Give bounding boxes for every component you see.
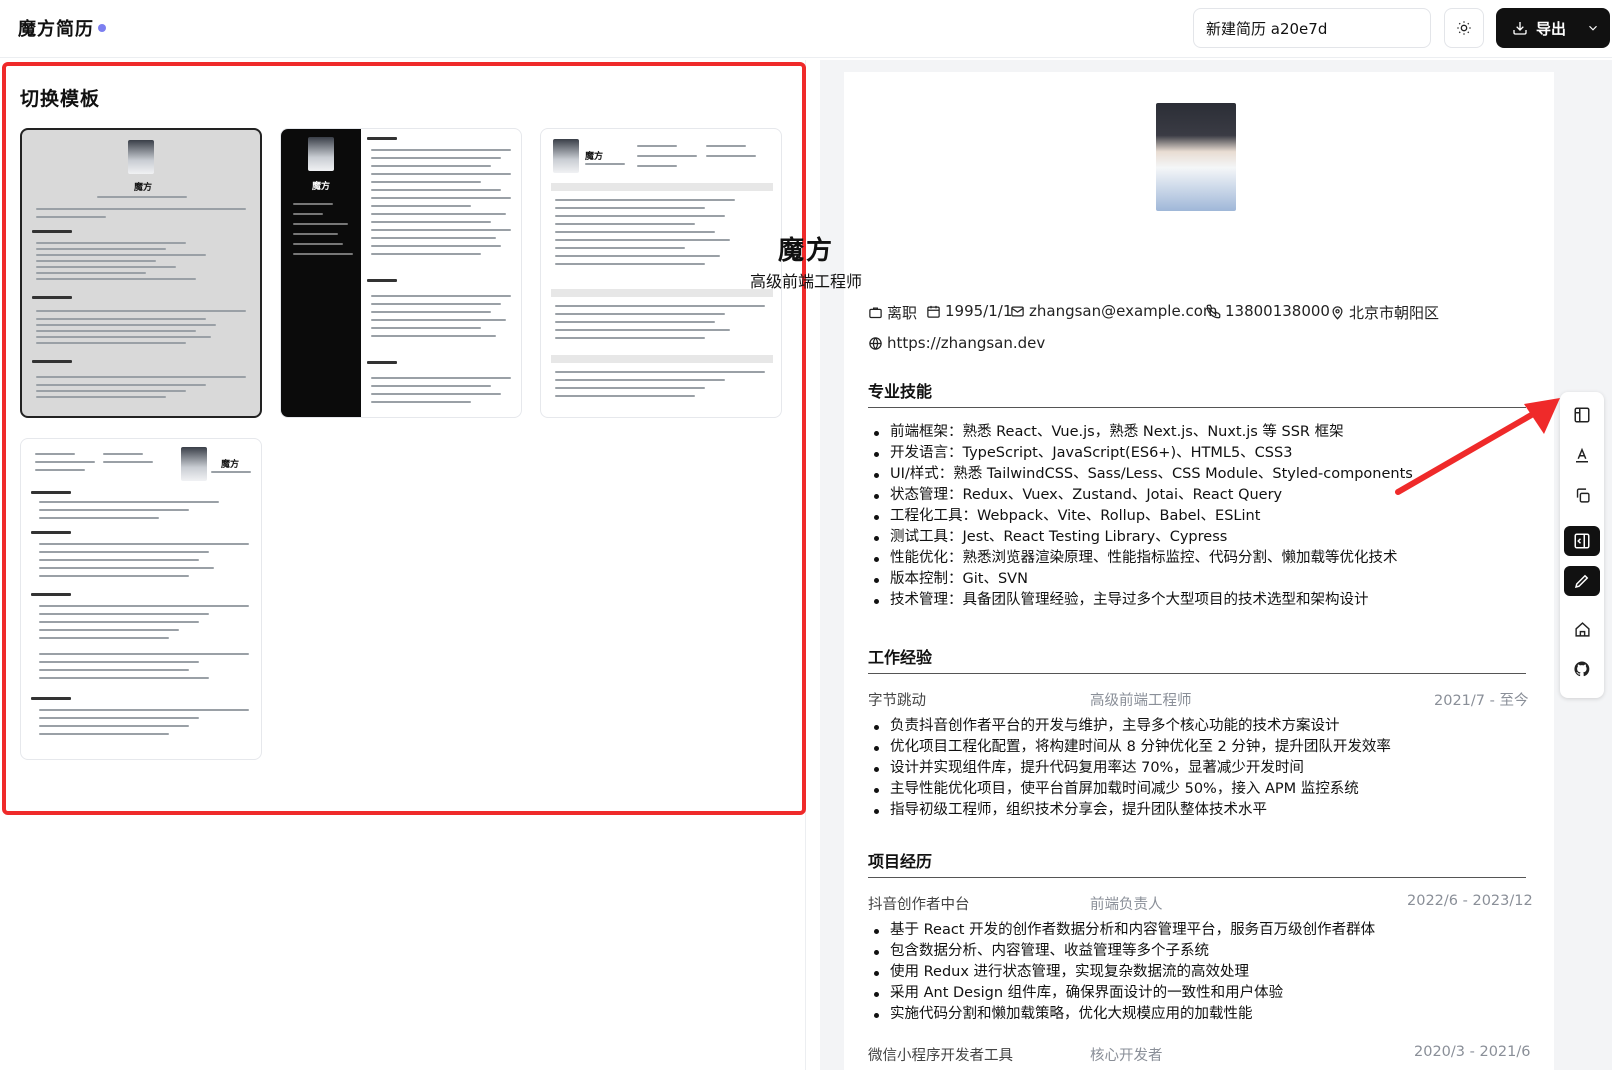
work-heading: 工作经验 [868,648,933,667]
info-site[interactable]: https://zhangsan.dev [868,334,1045,352]
skill-item: 状态管理：Redux、Vuex、Zustand、Jotai、React Quer… [868,485,1413,506]
skill-item: 性能优化：熟悉浏览器渲染原理、性能指标监控、代码分割、懒加载等优化技术 [868,548,1413,569]
layout-icon [1574,407,1590,423]
project-list: 基于 React 开发的创作者数据分析和内容管理平台，服务百万级创作者群体 包含数… [868,920,1375,1025]
skill-item: 工程化工具：Webpack、Vite、Rollup、Babel、ESLint [868,506,1413,527]
work-item: 负责抖音创作者平台的开发与维护，主导多个核心功能的技术方案设计 [868,716,1391,737]
work-list: 负责抖音创作者平台的开发与维护，主导多个核心功能的技术方案设计 优化项目工程化配置… [868,716,1391,821]
project-item: 基于 React 开发的创作者数据分析和内容管理平台，服务百万级创作者群体 [868,920,1375,941]
resume-role: 高级前端工程师 [749,272,862,291]
project-item: 包含数据分析、内容管理、收益管理等多个子系统 [868,941,1375,962]
skill-item: UI/样式：熟悉 TailwindCSS、Sass/Less、CSS Modul… [868,464,1413,485]
export-label: 导出 [1536,19,1567,38]
info-birth: 1995/1/1 [926,302,1012,320]
work-company: 字节跳动 [868,693,926,709]
sun-icon [1457,21,1471,35]
globe-icon [869,336,882,350]
work-item: 优化项目工程化配置，将构建时间从 8 分钟优化至 2 分钟，提升团队开发效率 [868,737,1391,758]
template-photo [128,140,154,174]
chevron-down-icon [1589,25,1597,31]
project-item: 使用 Redux 进行状态管理，实现复杂数据流的高效处理 [868,962,1375,983]
skills-heading: 专业技能 [868,382,933,401]
info-location: 北京市朝阳区 [1330,302,1439,323]
project-item: 采用 Ant Design 组件库，确保界面设计的一致性和用户体验 [868,983,1375,1004]
work-item: 主导性能优化项目，使平台首屏加载时间减少 50%，接入 APM 监控系统 [868,779,1391,800]
skill-item: 技术管理：具备团队管理经验，主导过多个大型项目的技术选型和架构设计 [868,590,1413,611]
home-icon [1574,621,1590,637]
annotation-arrow [1395,398,1560,495]
status-dot [98,24,106,32]
resume-name: 魔方 [777,236,834,266]
project-role: 核心开发者 [1090,1048,1163,1064]
github-icon [1574,661,1590,677]
divider [868,877,1526,878]
project-name: 微信小程序开发者工具 [868,1048,1013,1064]
template-section-title: 切换模板 [20,88,101,110]
pencil-icon [1574,574,1589,589]
text-icon [1576,447,1588,463]
work-position: 高级前端工程师 [1090,693,1192,709]
project-date: 2022/6 - 2023/12 [1407,893,1533,909]
template-name: 魔方 [585,152,604,162]
download-icon [1513,22,1527,35]
template-name: 魔方 [311,182,330,192]
work-item: 指导初级工程师，组织技术分享会，提升团队整体技术水平 [868,800,1391,821]
edit-button[interactable] [1564,566,1600,596]
info-status: 离职 [868,302,917,323]
phone-icon [1206,304,1221,318]
info-phone: 13800138000 [1206,302,1330,320]
avatar [1156,103,1236,211]
calendar-icon [927,305,940,318]
project-role: 前端负责人 [1090,897,1163,913]
skill-item: 版本控制：Git、SVN [868,569,1413,590]
template-photo [181,447,207,481]
resume-title-input[interactable] [1193,8,1431,48]
project-name: 抖音创作者中台 [868,897,970,913]
top-header: 魔方简历 导出 [0,0,1612,58]
divider [868,673,1526,674]
project-date: 2020/3 - 2021/6 [1414,1044,1531,1060]
panel-icon [1574,533,1590,549]
skill-item: 测试工具：Jest、React Testing Library、Cypress [868,527,1413,548]
panel-toggle-button[interactable] [1564,526,1600,556]
work-date: 2021/7 - 至今 [1434,693,1529,709]
theme-toggle-button[interactable] [1444,8,1484,48]
work-item: 设计并实现组件库，提升代码复用率达 70%，显著减少开发时间 [868,758,1391,779]
home-button[interactable] [1564,614,1600,644]
mail-icon [1011,306,1024,316]
template-card-minimal[interactable]: 魔方 [20,438,262,760]
info-email: zhangsan@example.com [1010,302,1217,320]
app-title: 魔方简历 [18,19,94,40]
briefcase-icon [869,307,882,319]
template-name: 魔方 [133,183,152,193]
template-photo [308,137,334,171]
project-item: 实施代码分割和懒加载策略，优化大规模应用的加载性能 [868,1004,1375,1025]
skills-list: 前端框架：熟悉 React、Vue.js，熟悉 Next.js、Nuxt.js … [868,422,1413,611]
map-pin-icon [1332,306,1343,320]
github-button[interactable] [1564,654,1600,684]
skill-item: 开发语言：TypeScript、JavaScript(ES6+)、HTML5、C… [868,443,1413,464]
skill-item: 前端框架：熟悉 React、Vue.js，熟悉 Next.js、Nuxt.js … [868,422,1413,443]
template-photo [553,139,579,173]
projects-heading: 项目经历 [868,852,933,871]
copy-icon [1576,487,1590,503]
export-button[interactable]: 导出 [1496,8,1610,48]
template-name: 魔方 [221,460,240,470]
